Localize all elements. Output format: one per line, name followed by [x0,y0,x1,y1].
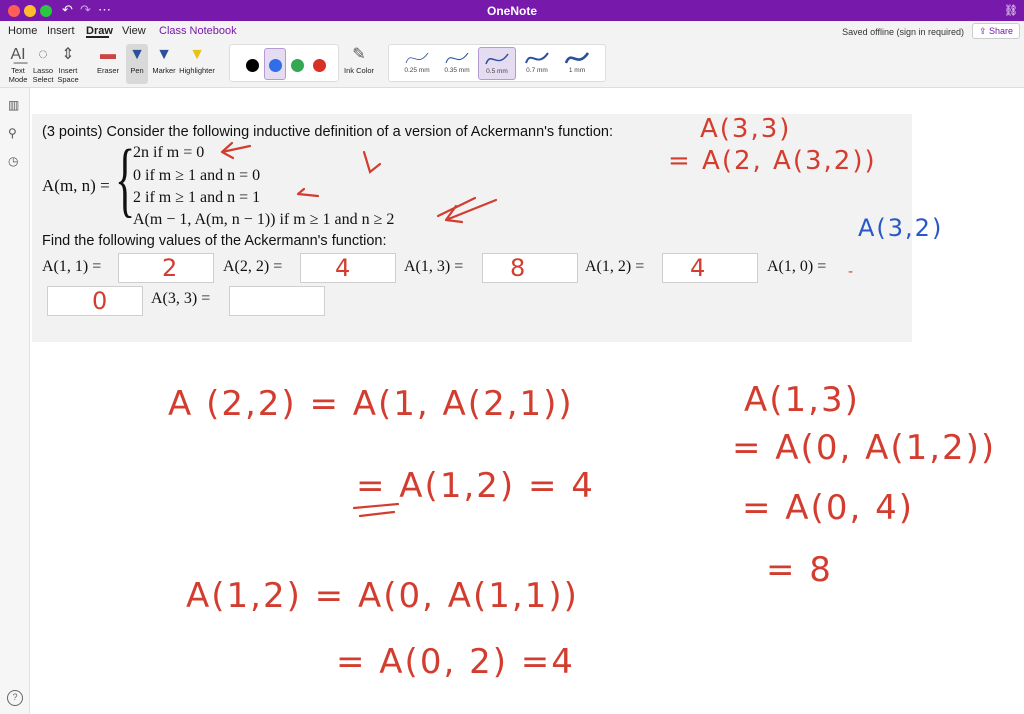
ink-work3-line2: = A(0, A(1,2)) [732,428,997,468]
ink-work1-line1: A (2,2) = A(1, A(2,1)) [168,384,574,424]
arrow-case4a [444,198,498,224]
ink-work2-line1: A(1,2) = A(0, A(1,1)) [186,576,579,616]
ink-top-right-1: A(3,3) [700,114,792,144]
arrow-case4b [436,196,477,218]
arrow-down [362,150,382,174]
ink-blue-note: A(3,2) [858,214,944,242]
ink-work3-line4: = 8 [766,550,833,590]
ink-work3-line1: A(1,3) [744,380,860,420]
arrow-case3 [296,187,320,198]
ink-work3-line3: = A(0, 4) [742,488,914,528]
ink-top-right-2: = A(2, A(3,2)) [668,146,877,176]
ink-work2-line2: = A(0, 2) =4 [336,642,575,682]
ink-work1-line2: = A(1,2) = 4 [356,466,595,506]
arrow-case1 [220,141,252,160]
